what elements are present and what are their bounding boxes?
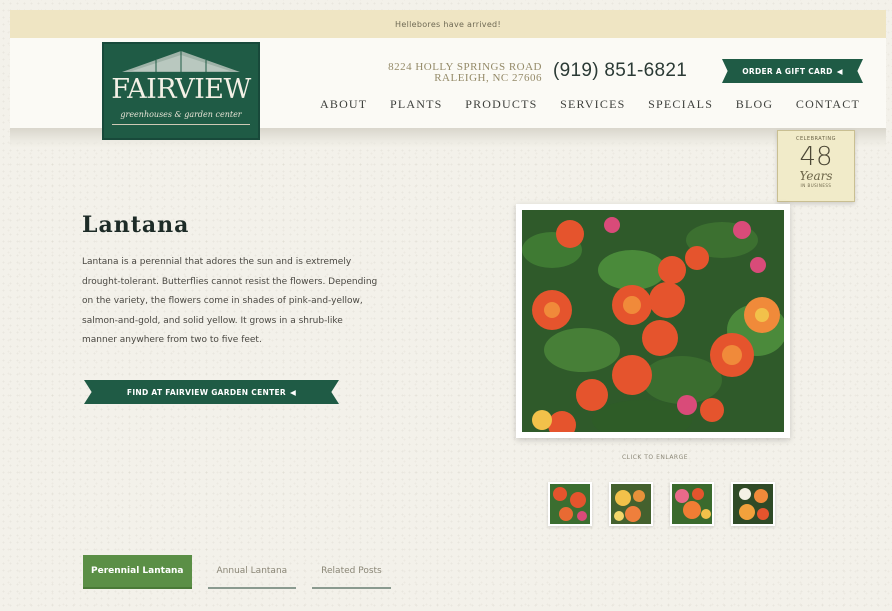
thumbnail-image — [550, 484, 590, 524]
click-to-enlarge-hint: CLICK TO ENLARGE — [621, 454, 689, 461]
thumbnail-image — [611, 484, 651, 524]
find-at-garden-center-button[interactable]: FIND AT FAIRVIEW GARDEN CENTER ◀ — [84, 380, 339, 404]
logo-subtitle: greenhouses & garden center — [120, 110, 242, 119]
plant-tabs: Perennial Lantana Annual Lantana Related… — [83, 555, 391, 589]
main-nav: ABOUT PLANTS PRODUCTS SERVICES SPECIALS … — [320, 97, 860, 112]
logo-name: FAIRVIEW — [111, 74, 251, 105]
anniversary-badge: CELEBRATING 48 Years IN BUSINESS — [777, 130, 855, 202]
phone-number[interactable]: (919) 851-6821 — [553, 60, 687, 82]
tab-perennial-lantana[interactable]: Perennial Lantana — [83, 555, 192, 589]
address-line-2: RALEIGH, NC 27606 — [434, 72, 542, 84]
page-title: Lantana — [82, 212, 190, 238]
tab-annual-lantana[interactable]: Annual Lantana — [207, 555, 297, 589]
thumbnail-1[interactable] — [548, 482, 592, 526]
announcement-text[interactable]: Hellebores have arrived! — [395, 20, 501, 29]
badge-bottom-text: IN BUSINESS — [800, 183, 832, 188]
thumbnail-image — [733, 484, 773, 524]
lantana-photo-image — [522, 210, 784, 432]
thumbnail-3[interactable] — [670, 482, 714, 526]
find-button-label: FIND AT FAIRVIEW GARDEN CENTER — [126, 387, 287, 397]
nav-item-about[interactable]: ABOUT — [320, 97, 367, 112]
main-plant-photo[interactable] — [516, 204, 790, 438]
nav-item-contact[interactable]: CONTACT — [796, 97, 860, 112]
announcement-bar[interactable]: Hellebores have arrived! — [10, 10, 886, 38]
order-gift-card-button[interactable]: ORDER A GIFT CARD ◀ — [722, 59, 863, 83]
nav-item-blog[interactable]: BLOG — [736, 97, 773, 112]
logo-divider — [112, 124, 250, 125]
plant-description: Lantana is a perennial that adores the s… — [82, 257, 378, 345]
greenhouse-roof-icon — [122, 51, 240, 72]
logo[interactable]: FAIRVIEW greenhouses & garden center — [102, 42, 260, 140]
nav-item-products[interactable]: PRODUCTS — [465, 97, 537, 112]
nav-item-plants[interactable]: PLANTS — [390, 97, 443, 112]
thumbnail-image — [672, 484, 712, 524]
badge-number: 48 — [799, 142, 833, 172]
nav-item-services[interactable]: SERVICES — [560, 97, 625, 112]
thumbnail-2[interactable] — [609, 482, 653, 526]
arrow-icon: ◀ — [290, 387, 297, 397]
thumbnail-4[interactable] — [731, 482, 775, 526]
gift-card-label: ORDER A GIFT CARD — [742, 66, 833, 76]
arrow-icon: ◀ — [836, 66, 843, 76]
badge-years: Years — [799, 169, 833, 183]
nav-item-specials[interactable]: SPECIALS — [648, 97, 713, 112]
store-address: 8224 HOLLY SPRINGS ROAD RALEIGH, NC 2760… — [356, 62, 542, 84]
tab-related-posts[interactable]: Related Posts — [312, 555, 391, 589]
thumbnail-strip — [548, 482, 775, 526]
